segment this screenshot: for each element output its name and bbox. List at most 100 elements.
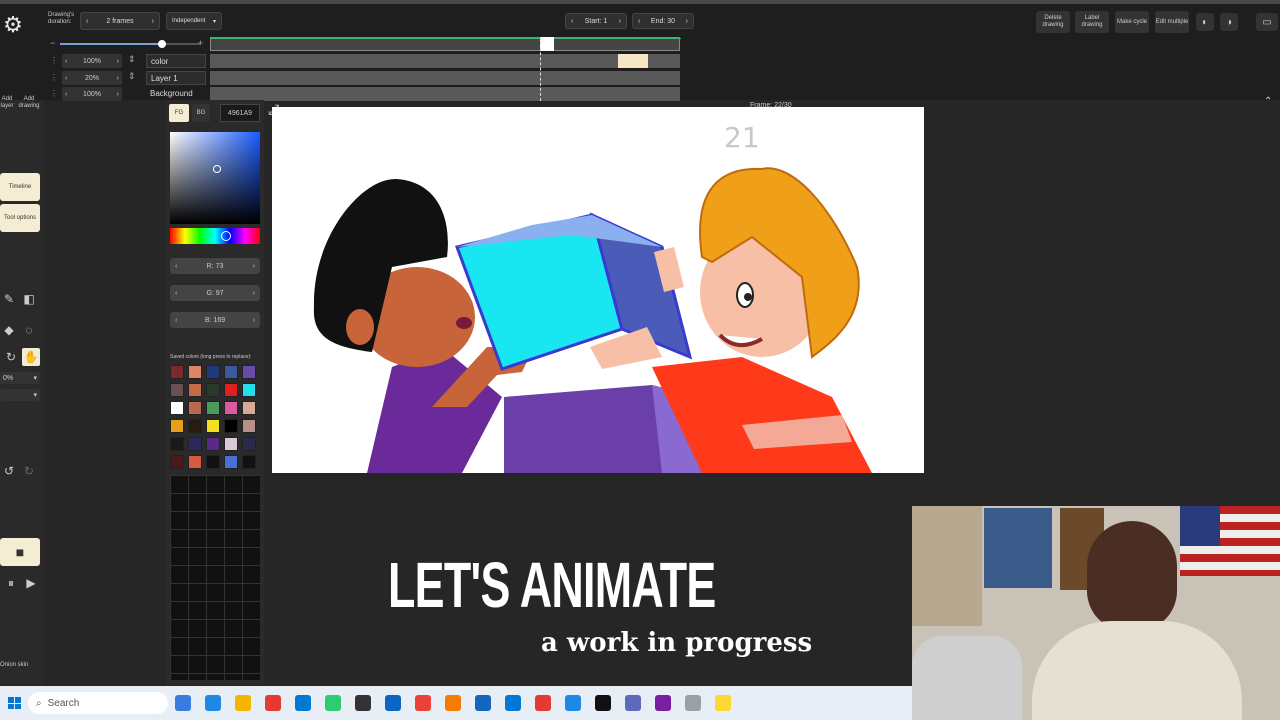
start-frame-control[interactable]: ‹ Start: 1 › (565, 13, 627, 29)
taskbar-app-icon[interactable] (565, 695, 581, 711)
blue-slider[interactable]: ‹ B: 169 › (170, 312, 260, 328)
taskbar-app-icon[interactable] (535, 695, 551, 711)
chevron-right-icon[interactable]: › (686, 18, 688, 25)
hue-slider[interactable] (170, 228, 260, 244)
camera-icon[interactable]: ▭ (1256, 13, 1278, 31)
color-swatch[interactable] (206, 419, 220, 433)
layer-opacity[interactable]: ‹ 100% › (62, 87, 122, 101)
color-swatch[interactable] (242, 437, 256, 451)
color-swatch[interactable] (170, 419, 184, 433)
color-swatch[interactable] (188, 437, 202, 451)
taskbar-app-icon[interactable] (475, 695, 491, 711)
playhead[interactable] (540, 37, 554, 51)
drag-handle-icon[interactable]: ⋮ (50, 56, 58, 65)
rotate-icon[interactable]: ↻ (2, 348, 20, 366)
color-swatch[interactable] (188, 365, 202, 379)
color-swatch[interactable] (188, 383, 202, 397)
layer-name[interactable]: color (146, 54, 206, 68)
layer-visibility-icon[interactable]: ⇕ (128, 54, 136, 65)
play-icon[interactable]: ▶ (22, 574, 40, 592)
delete-drawing-button[interactable]: Delete drawing (1036, 11, 1070, 33)
color-swatch[interactable] (188, 401, 202, 415)
eraser-icon[interactable]: ◧ (20, 290, 38, 308)
taskbar-app-icon[interactable] (715, 695, 731, 711)
color-swatch[interactable] (170, 437, 184, 451)
taskbar-search[interactable]: ⌕ Search (28, 692, 168, 714)
color-swatch[interactable] (224, 401, 238, 415)
color-swatch[interactable] (242, 383, 256, 397)
taskbar-app-icon[interactable] (325, 695, 341, 711)
add-layer-button[interactable]: Add layer (0, 96, 14, 110)
color-swatch[interactable] (242, 401, 256, 415)
layer-opacity[interactable]: ‹ 20% › (62, 71, 122, 85)
add-drawing-button[interactable]: Add drawing (16, 96, 42, 110)
color-swatch[interactable] (242, 455, 256, 469)
color-swatch[interactable] (224, 455, 238, 469)
color-picker-area[interactable] (170, 132, 260, 224)
pen-icon[interactable]: ✎ (0, 290, 18, 308)
settings-gear-icon[interactable]: ⚙ (0, 8, 26, 42)
color-swatch[interactable] (188, 455, 202, 469)
taskbar-app-icon[interactable] (235, 695, 251, 711)
zoom-in-icon[interactable]: + (198, 38, 203, 48)
color-swatch[interactable] (224, 365, 238, 379)
taskbar-app-icon[interactable] (265, 695, 281, 711)
taskbar-app-icon[interactable] (175, 695, 191, 711)
layer-name[interactable]: Layer 1 (146, 71, 206, 85)
timeline-button[interactable]: Timeline (0, 173, 40, 201)
tool-options-button[interactable]: Tool options (0, 204, 40, 232)
drawing-canvas[interactable]: 21 (272, 107, 924, 473)
edit-multiple-button[interactable]: Edit multiple (1155, 11, 1189, 33)
chevron-right-icon[interactable]: › (152, 18, 154, 25)
windows-start-icon[interactable] (8, 697, 21, 709)
stop-button[interactable]: ■ (0, 538, 40, 566)
taskbar-app-icon[interactable] (445, 695, 461, 711)
taskbar-app-icon[interactable] (415, 695, 431, 711)
chevron-left-icon[interactable]: ‹ (638, 18, 640, 25)
taskbar-app-icon[interactable] (655, 695, 671, 711)
layer-track-layer1[interactable] (210, 71, 680, 85)
taskbar-app-icon[interactable] (205, 695, 221, 711)
undo-icon[interactable]: ↺ (0, 462, 18, 480)
taskbar-app-icon[interactable] (595, 695, 611, 711)
onion-skin-label[interactable]: Onion skin (0, 662, 40, 669)
fg-toggle[interactable]: FG (169, 104, 189, 122)
zoom-slider-handle[interactable] (158, 40, 166, 48)
layer-track-background[interactable] (210, 87, 680, 101)
color-swatch[interactable] (242, 419, 256, 433)
taskbar-app-icon[interactable] (505, 695, 521, 711)
frame-ruler[interactable] (210, 37, 681, 51)
chevron-left-icon[interactable]: ‹ (571, 18, 573, 25)
empty-swatch-slots[interactable] (170, 475, 260, 680)
onion-forward-icon[interactable]: ◑ (1220, 13, 1238, 31)
mode-dropdown[interactable]: Independent ▾ (166, 12, 222, 30)
color-swatch[interactable] (170, 455, 184, 469)
duration-select[interactable]: ‹ 2 frames › (80, 12, 160, 30)
layer-track-color[interactable] (210, 54, 680, 68)
onion-back-icon[interactable]: ◐ (1196, 13, 1214, 31)
lasso-icon[interactable]: ◌ (20, 321, 38, 339)
layer-name[interactable]: Background (150, 89, 193, 98)
layer-opacity[interactable]: ‹ 100% › (62, 54, 122, 68)
hex-input[interactable]: 4961A9 (220, 104, 260, 122)
collapse-icon[interactable]: ⌃ (1264, 96, 1272, 107)
color-swatch[interactable] (206, 437, 220, 451)
taskbar-app-icon[interactable] (685, 695, 701, 711)
timeline-zoom-slider[interactable] (60, 43, 200, 45)
green-slider[interactable]: ‹ G: 97 › (170, 285, 260, 301)
end-frame-control[interactable]: ‹ End: 30 › (632, 13, 694, 29)
zoom-out-icon[interactable]: − (50, 38, 55, 48)
color-swatch[interactable] (206, 383, 220, 397)
color-swatch[interactable] (170, 365, 184, 379)
label-drawing-button[interactable]: Label drawing (1075, 11, 1109, 33)
redo-icon[interactable]: ↻ (20, 462, 38, 480)
color-swatch[interactable] (170, 401, 184, 415)
chevron-left-icon[interactable]: ‹ (86, 18, 88, 25)
fill-bucket-icon[interactable]: ◆ (0, 321, 18, 339)
chevron-right-icon[interactable]: › (619, 18, 621, 25)
color-swatch[interactable] (188, 419, 202, 433)
layer-visibility-icon[interactable]: ⇕ (128, 71, 136, 82)
drag-handle-icon[interactable]: ⋮ (50, 73, 58, 82)
taskbar-app-icon[interactable] (295, 695, 311, 711)
color-swatch[interactable] (242, 365, 256, 379)
